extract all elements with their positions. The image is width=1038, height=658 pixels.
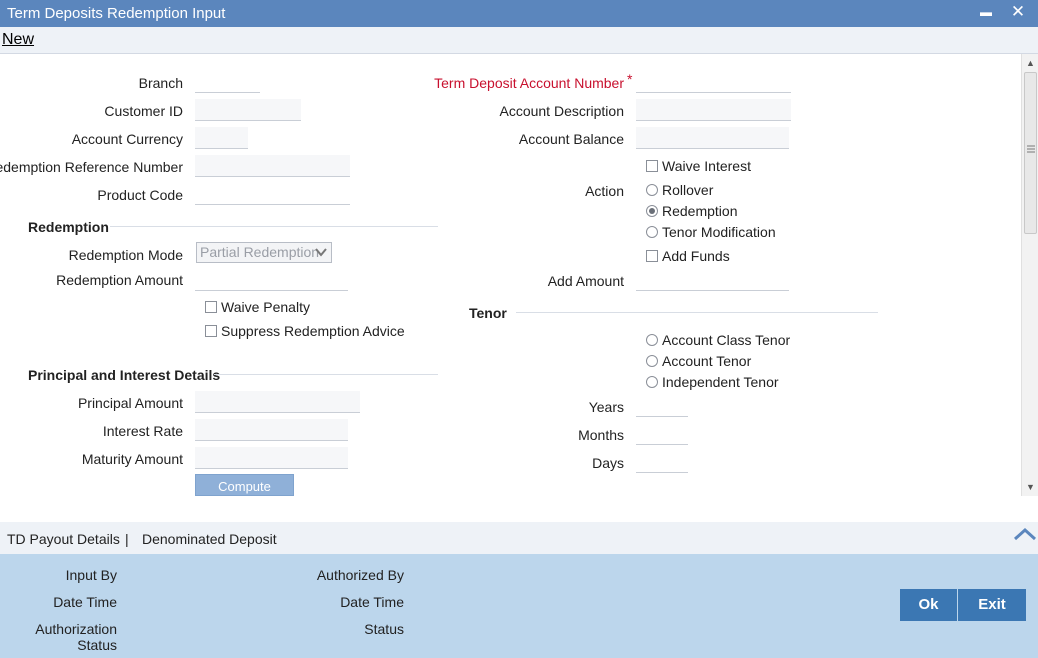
minimize-icon[interactable]: ▬ [975, 1, 997, 23]
product-code-input[interactable] [195, 183, 350, 205]
redemption-amount-input[interactable] [195, 269, 348, 291]
interest-rate-label: Interest Rate [102, 423, 183, 439]
tenor-radio-account-class[interactable] [646, 334, 658, 346]
account-description-label: Account Description [499, 103, 624, 119]
date-time-label: Date Time [53, 594, 117, 610]
principal-amount-label: Principal Amount [77, 395, 183, 411]
form-panel: Branch Customer ID Account Currency Rede… [0, 54, 1020, 496]
tenor-section-divider [516, 312, 878, 313]
redemption-reference-input[interactable] [195, 155, 350, 177]
window-title: Term Deposits Redemption Input [7, 5, 226, 22]
customer-id-input[interactable] [195, 99, 301, 121]
account-description-input[interactable] [636, 99, 791, 121]
action-label: Action [585, 183, 624, 199]
close-icon[interactable]: ✕ [1007, 1, 1029, 23]
tab-separator: | [125, 531, 129, 547]
scroll-up-icon[interactable]: ▲ [1024, 56, 1037, 70]
td-account-input[interactable] [636, 71, 791, 93]
action-radio-redemption[interactable] [646, 205, 658, 217]
input-by-label: Input By [65, 567, 117, 583]
required-marker: * [627, 71, 633, 87]
authorization-status-label: Status [77, 637, 117, 653]
action-option-redemption: Redemption [662, 203, 738, 219]
redemption-section-title: Redemption [28, 219, 109, 235]
waive-interest-checkbox[interactable] [646, 160, 658, 172]
tenor-section-title: Tenor [469, 305, 507, 321]
principal-section-divider [214, 374, 438, 375]
add-funds-checkbox[interactable] [646, 250, 658, 262]
interest-rate-input[interactable] [195, 419, 348, 441]
grip-icon [1027, 145, 1035, 153]
audit-footer [0, 554, 1038, 658]
principal-amount-input[interactable] [195, 391, 360, 413]
action-radio-tenor-modification[interactable] [646, 226, 658, 238]
product-code-label: Product Code [97, 187, 183, 203]
action-option-tenor-modification: Tenor Modification [662, 224, 776, 240]
maturity-amount-label: Maturity Amount [81, 451, 183, 467]
collapse-up-icon[interactable] [1013, 527, 1037, 541]
scroll-down-icon[interactable]: ▼ [1024, 480, 1037, 494]
account-balance-input[interactable] [636, 127, 789, 149]
chevron-down-icon [315, 248, 327, 257]
menu-bar: New [0, 27, 1038, 54]
window-titlebar: Term Deposits Redemption Input ▬ ✕ [0, 0, 1038, 27]
tenor-option-independent: Independent Tenor [662, 374, 779, 390]
td-account-label: Term Deposit Account Number [434, 75, 624, 91]
branch-input[interactable] [195, 71, 260, 93]
redemption-mode-label: Redemption Mode [68, 247, 183, 263]
action-option-rollover: Rollover [662, 182, 714, 198]
tenor-radio-account[interactable] [646, 355, 658, 367]
account-currency-input[interactable] [195, 127, 248, 149]
scrollbar-thumb[interactable] [1024, 72, 1037, 234]
branch-label: Branch [138, 75, 183, 91]
redemption-mode-select[interactable]: Partial Redemption [196, 242, 332, 263]
authorization-label: Authorization [35, 621, 117, 637]
months-label: Months [578, 427, 624, 443]
waive-penalty-checkbox[interactable] [205, 301, 217, 313]
months-input[interactable] [636, 423, 688, 445]
exit-button[interactable]: Exit [958, 589, 1026, 621]
compute-button[interactable]: Compute [195, 474, 294, 496]
days-input[interactable] [636, 451, 688, 473]
maturity-amount-input[interactable] [195, 447, 348, 469]
authorized-by-label: Authorized By [316, 567, 404, 583]
account-currency-label: Account Currency [71, 131, 183, 147]
tab-denominated-deposit[interactable]: Denominated Deposit [142, 531, 277, 547]
principal-section-title: Principal and Interest Details [28, 367, 221, 383]
redemption-amount-label: Redemption Amount [56, 272, 183, 288]
tenor-radio-independent[interactable] [646, 376, 658, 388]
years-label: Years [588, 399, 624, 415]
suppress-advice-label: Suppress Redemption Advice [221, 323, 405, 339]
add-amount-input[interactable] [636, 269, 789, 291]
years-input[interactable] [636, 395, 688, 417]
add-amount-label: Add Amount [547, 273, 624, 289]
action-radio-rollover[interactable] [646, 184, 658, 196]
new-menu-item[interactable]: New [2, 31, 34, 49]
days-label: Days [592, 455, 624, 471]
ok-button[interactable]: Ok [900, 589, 957, 621]
suppress-advice-checkbox[interactable] [205, 325, 217, 337]
waive-penalty-label: Waive Penalty [221, 299, 310, 315]
authorized-date-time-label: Date Time [340, 594, 404, 610]
redemption-reference-label: Redemption Reference Number [0, 159, 183, 175]
status-label: Status [364, 621, 404, 637]
tab-td-payout-details[interactable]: TD Payout Details [7, 531, 120, 547]
detail-tabs: TD Payout Details | Denominated Deposit [0, 522, 1038, 554]
redemption-section-divider [110, 226, 438, 227]
account-balance-label: Account Balance [518, 131, 624, 147]
redemption-mode-value: Partial Redemption [200, 244, 320, 260]
vertical-scrollbar[interactable]: ▲ ▼ [1021, 54, 1038, 496]
waive-interest-label: Waive Interest [662, 158, 751, 174]
tenor-option-account-class: Account Class Tenor [662, 332, 791, 348]
tenor-option-account: Account Tenor [662, 353, 752, 369]
add-funds-label: Add Funds [662, 248, 730, 264]
customer-id-label: Customer ID [104, 103, 183, 119]
